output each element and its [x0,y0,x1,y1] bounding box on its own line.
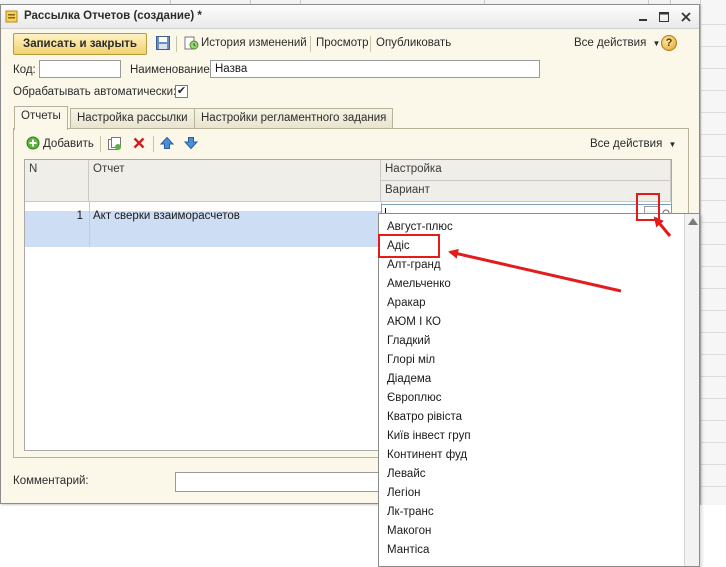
code-label: Код: [13,64,36,76]
dropdown-item[interactable]: Європлюс [387,392,441,404]
move-up-icon[interactable] [159,136,175,153]
name-label: Наименование: [130,64,213,76]
dropdown-item[interactable]: Лк-транс [387,506,434,518]
history-button[interactable]: История изменений [201,37,307,49]
save-icon[interactable] [155,35,171,54]
panel-all-actions-menu[interactable]: Все действия ▼ [590,138,676,150]
auto-processing-label: Обрабатывать автоматически: [13,86,177,98]
comment-label: Комментарий: [13,475,89,487]
column-header-variant[interactable]: Вариант [381,181,671,202]
row-number: 1 [76,210,83,222]
add-icon [26,136,40,153]
maximize-button[interactable] [657,10,671,24]
all-actions-label: Все действия [574,37,647,49]
column-header-setting[interactable]: Настройка [381,160,671,181]
background-table-right [700,0,726,505]
dropdown-item[interactable]: Август-плюс [387,221,453,233]
dropdown-scrollbar[interactable] [684,214,699,566]
move-down-icon[interactable] [183,136,199,153]
all-actions-menu[interactable]: Все действия ▼ [574,37,660,49]
dropdown-item[interactable]: Глорі міл [387,354,435,366]
delete-icon[interactable] [132,136,146,153]
name-field[interactable]: Назва [210,60,540,78]
dropdown-item[interactable]: Мантіса [387,544,429,556]
tab-scheduled-task-settings[interactable]: Настройки регламентного задания [194,108,394,129]
main-toolbar: Записать и закрыть История изменений Про… [1,31,699,57]
history-icon [183,35,199,54]
comment-field[interactable] [175,472,385,492]
tab-reports[interactable]: Отчеты [14,106,68,130]
chevron-down-icon: ▼ [652,39,661,48]
highlight-box-item [378,234,440,258]
variant-dropdown-list: Август-плюс Адіс Алт-гранд Амельченко Ар… [378,213,700,567]
dropdown-item[interactable]: Легіон [387,487,420,499]
column-header-report[interactable]: Отчет [89,160,381,202]
dropdown-item[interactable]: Алт-гранд [387,259,441,271]
tab-mailing-settings[interactable]: Настройка рассылки [70,108,195,129]
dropdown-item[interactable]: Континент фуд [387,449,467,461]
minimize-button[interactable] [636,10,650,24]
copy-icon[interactable] [107,136,122,154]
code-field[interactable] [39,60,121,78]
scroll-up-icon[interactable] [688,218,698,225]
chevron-down-icon: ▼ [668,140,677,149]
dropdown-item[interactable]: Київ інвест груп [387,430,471,442]
window-title: Рассылка Отчетов (создание) * [24,10,202,22]
dropdown-item[interactable]: Діадема [387,373,431,385]
dropdown-item[interactable]: Амельченко [387,278,451,290]
dropdown-item[interactable]: Аракар [387,297,426,309]
column-header-n[interactable]: N [25,160,89,202]
dropdown-item[interactable]: АЮМ І КО [387,316,441,328]
panel-all-actions-label: Все действия [590,138,663,150]
save-and-close-button[interactable]: Записать и закрыть [13,33,147,55]
preview-button[interactable]: Просмотр [316,37,369,49]
dropdown-item[interactable]: Левайс [387,468,426,480]
publish-button[interactable]: Опубликовать [376,37,451,49]
dropdown-item[interactable]: Макогон [387,525,431,537]
highlight-box-button [636,193,660,221]
dropdown-item[interactable]: Гладкий [387,335,430,347]
row-report: Акт сверки взаиморасчетов [93,210,240,222]
help-button[interactable]: ? [661,35,677,51]
close-button[interactable] [679,10,693,24]
add-button[interactable]: Добавить [43,138,94,150]
title-bar[interactable]: Рассылка Отчетов (создание) * [1,5,699,29]
dropdown-item[interactable]: Кватро рівіста [387,411,462,423]
auto-processing-checkbox[interactable]: ✔ [175,85,188,98]
app-icon [5,10,18,23]
